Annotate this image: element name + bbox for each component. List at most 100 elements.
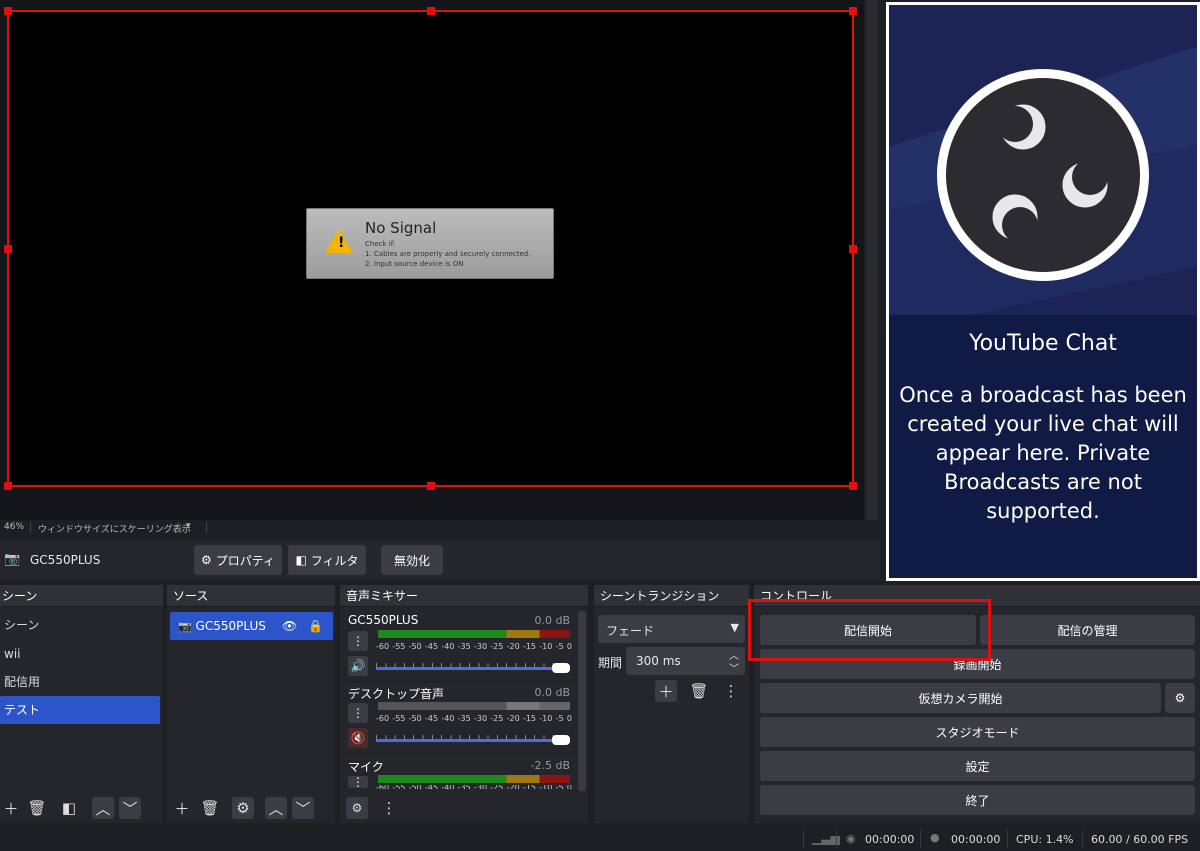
scene-item[interactable]: テスト	[0, 696, 160, 724]
add-icon[interactable]: ＋	[171, 797, 193, 819]
meter-tick-label: -50	[409, 785, 422, 789]
volume-slider[interactable]	[376, 739, 568, 742]
trash-icon[interactable]: 🗑	[26, 797, 48, 819]
chevron-down-icon: ▼	[730, 621, 739, 634]
meter-tick-label: -50	[408, 714, 422, 723]
advanced-audio-gear-icon[interactable]: ⚙	[346, 797, 368, 819]
meter-tick-label: 0	[566, 642, 572, 651]
meter-tick-label: -5	[555, 642, 564, 651]
no-signal-line: 1. Cables are properly and securely conn…	[365, 250, 531, 258]
duration-label: 期間	[598, 656, 623, 670]
resize-handle[interactable]	[4, 245, 12, 253]
camera-icon: 📷	[178, 620, 192, 633]
meter-tick-label: -25	[490, 642, 504, 651]
resize-handle[interactable]	[849, 482, 857, 490]
meter-tick-label: -60	[376, 785, 389, 789]
meter-tick-label: -45	[424, 714, 439, 723]
preview-scale-bar: 46% ウィンドウサイズにスケーリング表示 ▾	[0, 520, 864, 536]
audio-mixer-dock: 音声ミキサー GC550PLUS 0.0 dB ⋮ -60 -55 -50 -45 -4…	[340, 585, 588, 823]
volume-slider-knob[interactable]	[552, 663, 570, 673]
lock-icon[interactable]: 🔒	[308, 612, 323, 640]
move-up-icon[interactable]: ︿	[265, 797, 287, 819]
settings-button[interactable]: 設定	[760, 751, 1195, 781]
meter-tick-label: -40	[441, 642, 455, 651]
resize-handle[interactable]	[427, 7, 435, 15]
trash-icon[interactable]: 🗑	[199, 797, 221, 819]
chevron-down-icon[interactable]: ▾	[186, 521, 191, 531]
move-up-icon[interactable]: ︿	[92, 797, 114, 819]
meter-tick-label: -60	[376, 642, 390, 651]
meter-tick-label: -55	[392, 714, 406, 723]
meter-tick-label: -5	[556, 785, 564, 789]
trash-icon[interactable]: 🗑	[688, 680, 710, 702]
scene-item[interactable]: wii	[0, 640, 160, 668]
highlight-annotation	[748, 599, 991, 661]
scene-item[interactable]: シーン	[0, 611, 160, 639]
scene-item[interactable]: 配信用	[0, 668, 160, 696]
more-icon[interactable]: ⋮	[348, 703, 368, 723]
meter-tick-label: 0	[566, 714, 572, 723]
meter-tick-label: -20	[507, 785, 520, 789]
resize-handle[interactable]	[4, 7, 12, 15]
volume-slider[interactable]	[376, 667, 568, 670]
add-icon[interactable]: ＋	[0, 797, 22, 819]
filter-icon[interactable]: ◧	[58, 797, 80, 819]
speaker-icon[interactable]: 🔊	[348, 656, 368, 676]
no-signal-check: Check if:	[365, 240, 396, 248]
scale-mode[interactable]: ウィンドウサイズにスケーリング表示	[38, 522, 191, 535]
volume-slider-knob[interactable]	[552, 735, 570, 745]
resize-handle[interactable]	[849, 7, 857, 15]
meter-tick-label: -45	[425, 785, 438, 789]
gear-icon: ⚙	[200, 553, 212, 567]
meter-tick-label: -30	[474, 785, 487, 789]
virtual-camera-settings-gear-icon[interactable]: ⚙	[1165, 683, 1195, 713]
resize-handle[interactable]	[4, 482, 12, 490]
meter-tick-label: -60	[376, 714, 390, 723]
source-item[interactable]: 📷 GC550PLUS 👁 🔒	[170, 612, 333, 640]
mixer-scrollbar[interactable]	[578, 611, 586, 791]
scene-transitions-dock: シーントランジション フェード ▼ 期間 300 ms ︿ ﹀ ＋ 🗑 ⋮	[594, 585, 749, 823]
eye-icon[interactable]: 👁	[282, 612, 297, 640]
move-down-icon[interactable]: ﹀	[292, 797, 314, 819]
source-toolbar: 📷 GC550PLUS ⚙ プロパティ ◧ フィルタ 無効化	[0, 540, 880, 580]
fps-readout: 60.00 / 60.00 FPS	[1091, 833, 1189, 846]
obs-logo-icon	[937, 69, 1149, 281]
preview-scrollbar[interactable]	[866, 0, 878, 520]
studio-mode-button[interactable]: スタジオモード	[760, 717, 1195, 747]
more-icon[interactable]: ⋮	[348, 631, 368, 651]
move-down-icon[interactable]: ﹀	[119, 797, 141, 819]
add-icon[interactable]: ＋	[655, 680, 677, 702]
record-time: 00:00:00	[951, 833, 1001, 846]
preview-area[interactable]: ! No Signal Check if: 1. Cables are prop…	[0, 0, 864, 520]
mixer-title: 音声ミキサー	[340, 585, 588, 607]
resize-handle[interactable]	[427, 482, 435, 490]
sources-title: ソース	[167, 585, 335, 607]
resize-handle[interactable]	[849, 245, 857, 253]
meter-scale: -60-55-50-45-40-35-30-25-20-15-10-50	[376, 714, 572, 723]
more-icon[interactable]: ⋮	[720, 680, 742, 702]
properties-button[interactable]: ⚙ プロパティ	[194, 545, 282, 575]
scenes-title: シーン	[0, 585, 163, 607]
meter-tick-label: -30	[473, 714, 488, 723]
start-virtual-camera-button[interactable]: 仮想カメラ開始	[760, 683, 1161, 713]
meter-tick-label: -55	[392, 642, 406, 651]
mute-icon[interactable]: 🔇	[348, 728, 368, 748]
filters-button[interactable]: ◧ フィルタ	[288, 545, 366, 575]
meter-tick-label: -20	[506, 642, 520, 651]
gear-icon[interactable]: ⚙	[232, 797, 254, 819]
manage-broadcast-button[interactable]: 配信の管理	[980, 615, 1195, 645]
duration-spinbox[interactable]: 300 ms ︿ ﹀	[626, 647, 745, 675]
scenes-dock: シーン シーン wii 配信用 テスト ＋ 🗑 ◧ ︿ ﹀	[0, 585, 163, 823]
meter-tick-label: 0	[567, 785, 572, 789]
more-icon[interactable]: ⋮	[378, 797, 400, 819]
transition-select[interactable]: フェード ▼	[598, 615, 745, 643]
more-icon[interactable]: ⋮	[348, 776, 368, 788]
stream-time: 00:00:00	[865, 833, 915, 846]
no-signal-card: ! No Signal Check if: 1. Cables are prop…	[306, 208, 554, 279]
exit-button[interactable]: 終了	[760, 785, 1195, 815]
meter-tick-label: -35	[457, 642, 471, 651]
chevron-down-icon[interactable]: ﹀	[729, 660, 739, 675]
transitions-title: シーントランジション	[594, 585, 749, 607]
meter-tick-label: -25	[490, 785, 503, 789]
disable-button[interactable]: 無効化	[381, 545, 443, 575]
